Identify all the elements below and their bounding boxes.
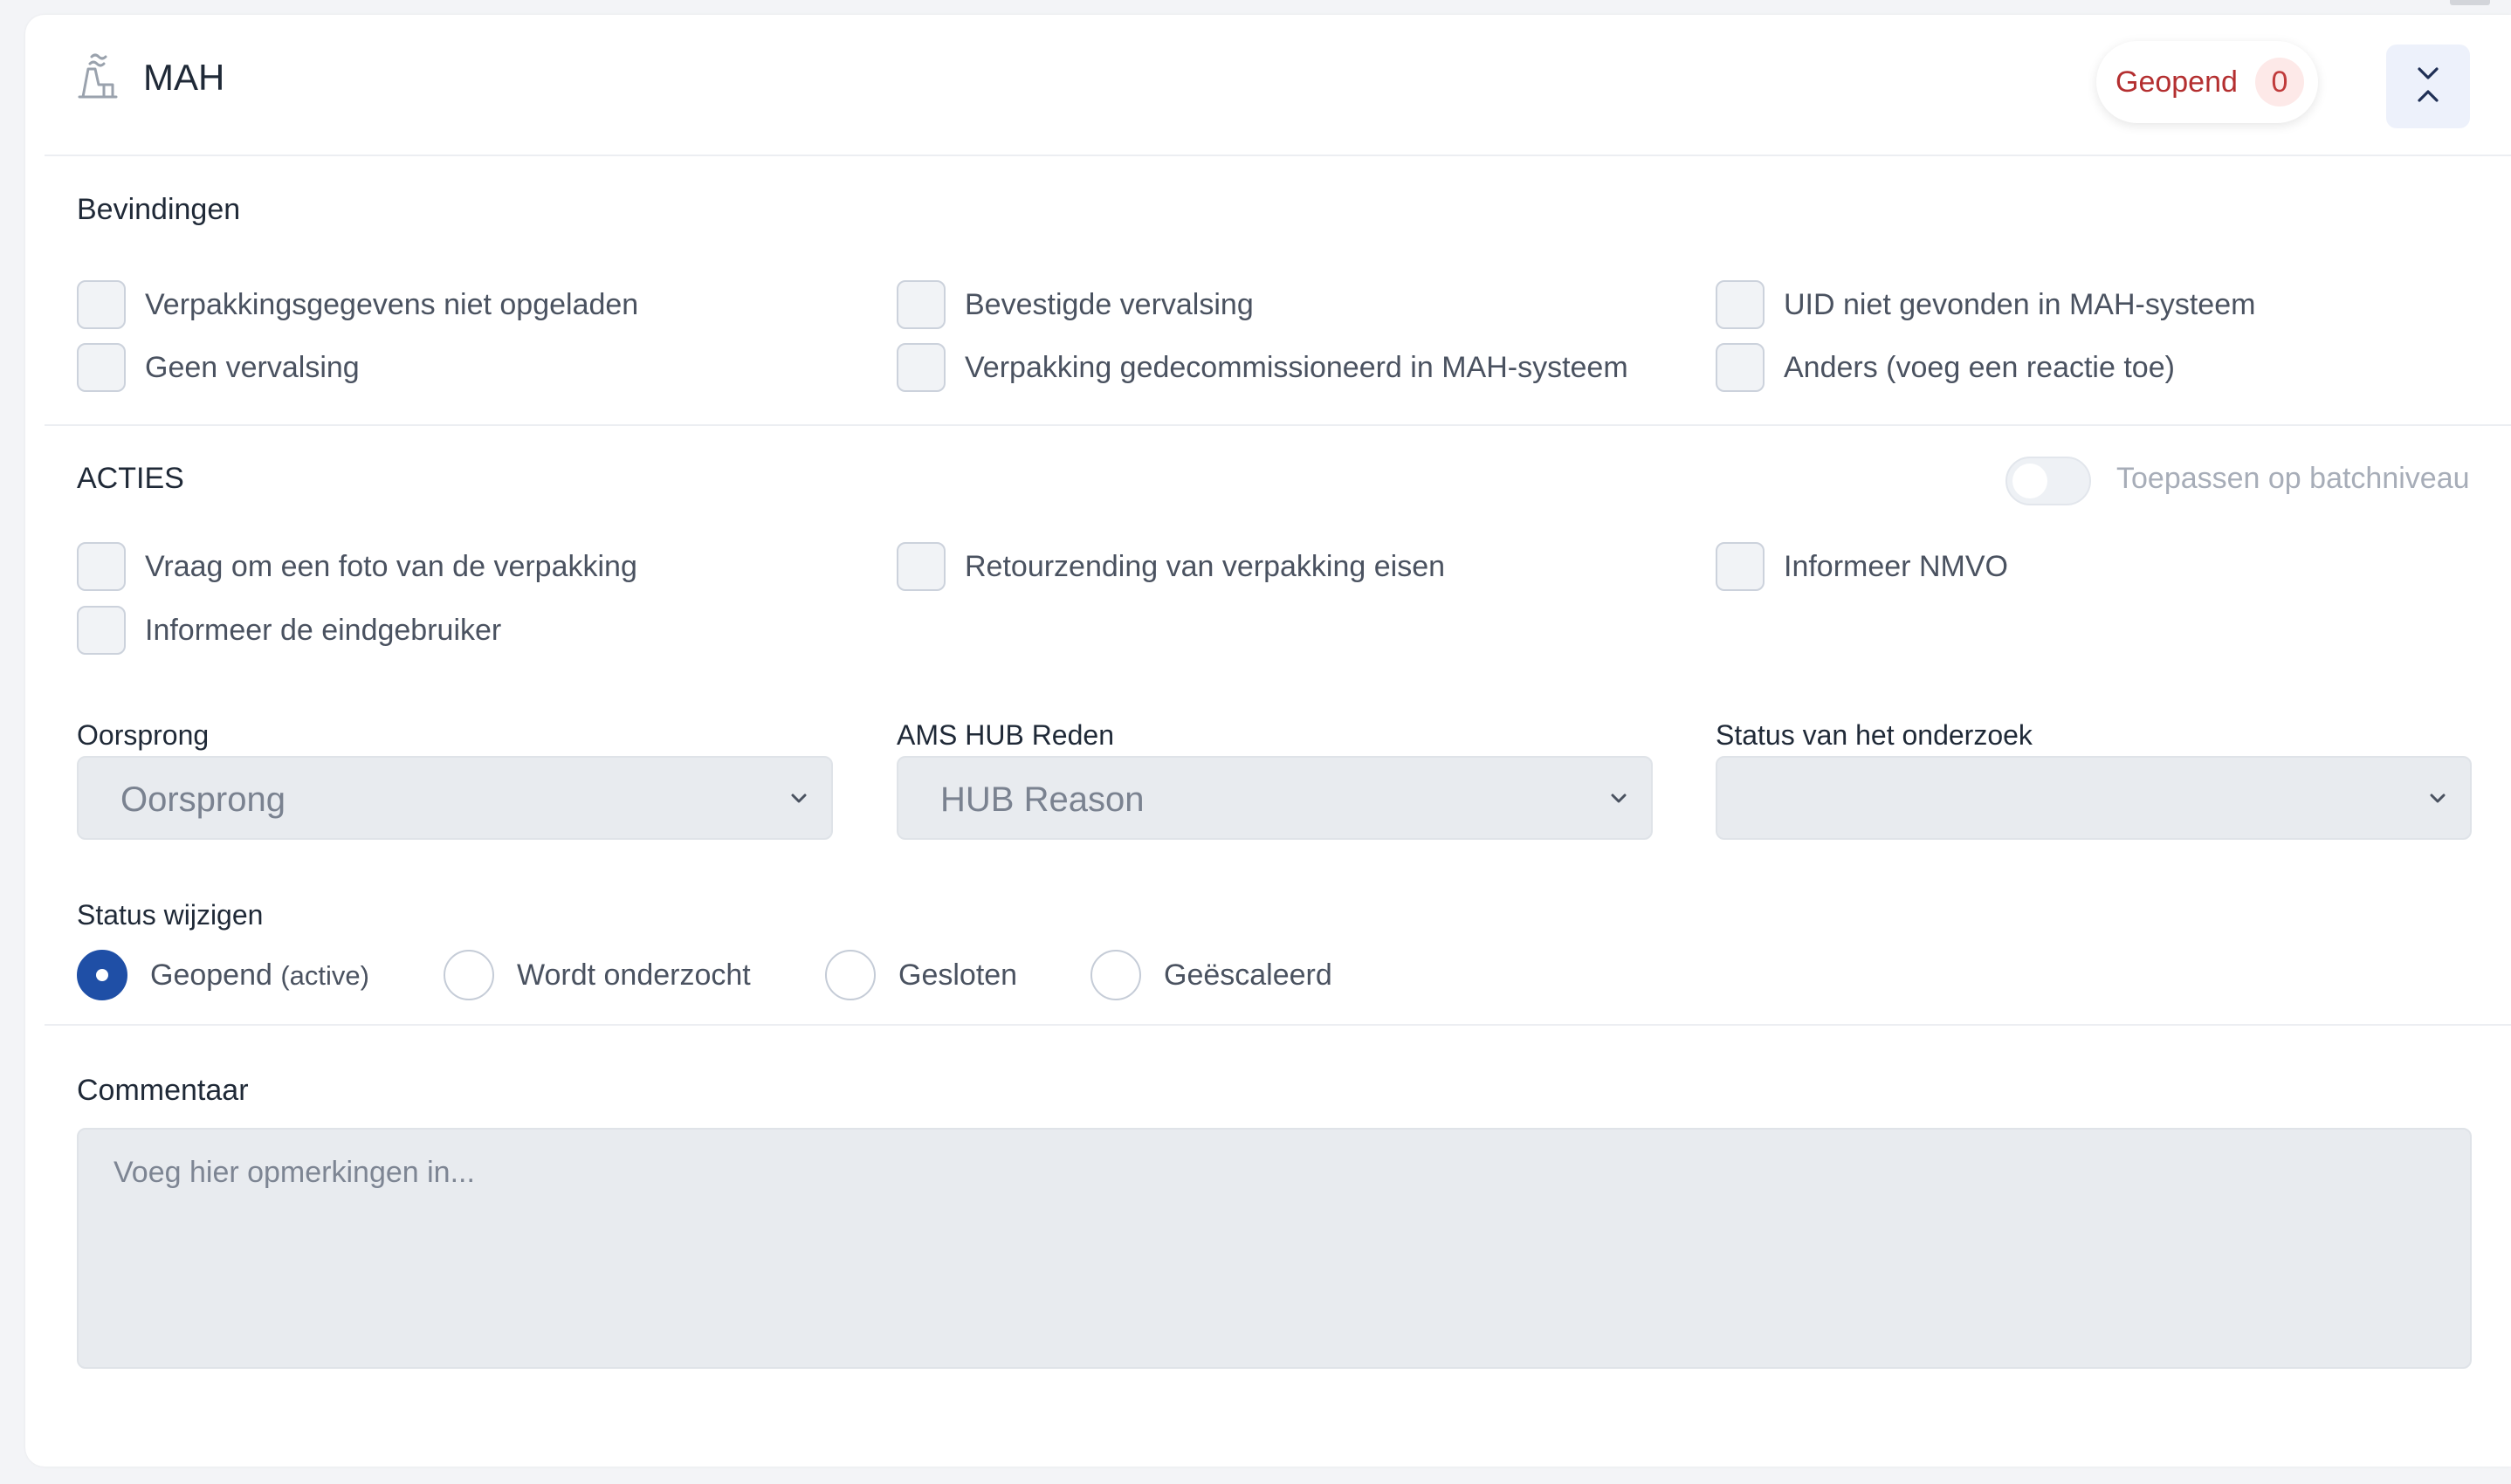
- action-checkbox-row[interactable]: Retourzending van verpakking eisen: [897, 542, 1445, 591]
- checkbox-label: Vraag om een foto van de verpakking: [145, 549, 637, 583]
- checkbox[interactable]: [897, 542, 946, 591]
- hub-reason-label: AMS HUB Reden: [897, 719, 1114, 751]
- checkbox-label: Informeer de eindgebruiker: [145, 613, 502, 647]
- radio-button[interactable]: [444, 950, 494, 1000]
- origin-select[interactable]: Oorsprong: [77, 756, 833, 840]
- chevron-down-icon: [2425, 786, 2451, 812]
- chevron-down-icon: [1606, 786, 1632, 812]
- investigation-status-select[interactable]: [1716, 756, 2472, 840]
- action-checkbox-row[interactable]: Informeer NMVO: [1716, 542, 2008, 591]
- status-radio-option[interactable]: Gesloten: [825, 950, 1017, 1000]
- status-radio-option[interactable]: Geopend (active): [77, 950, 369, 1000]
- checkbox-label: Verpakkingsgegevens niet opgeladen: [145, 287, 639, 321]
- batch-level-toggle[interactable]: [2005, 457, 2091, 505]
- divider: [45, 155, 2511, 156]
- divider: [45, 1024, 2511, 1026]
- investigation-status-label: Status van het onderzoek: [1716, 719, 2033, 751]
- radio-label: Gesloten: [898, 958, 1018, 992]
- hub-reason-select[interactable]: HUB Reason: [897, 756, 1653, 840]
- finding-checkbox-row[interactable]: Anders (voeg een reactie toe): [1716, 343, 2175, 392]
- checkbox[interactable]: [77, 542, 126, 591]
- radio-button[interactable]: [1090, 950, 1141, 1000]
- toggle-knob: [2012, 464, 2047, 498]
- status-count-badge: 0: [2254, 58, 2304, 106]
- checkbox-label: Geen vervalsing: [145, 350, 360, 384]
- finding-checkbox-row[interactable]: Geen vervalsing: [77, 343, 360, 392]
- findings-title: Bevindingen: [77, 193, 241, 226]
- action-checkbox-row[interactable]: Informeer de eindgebruiker: [77, 606, 501, 655]
- radio-label: Geëscaleerd: [1164, 958, 1332, 992]
- finding-checkbox-row[interactable]: Verpakking gedecommissioneerd in MAH-sys…: [897, 343, 1628, 392]
- checkbox-label: Verpakking gedecommissioneerd in MAH-sys…: [965, 350, 1628, 384]
- panel-header: MAH Geopend 0: [25, 15, 2511, 155]
- checkbox[interactable]: [77, 606, 126, 655]
- batch-level-toggle-label: Toepassen op batchniveau: [2116, 462, 2470, 495]
- radio-button[interactable]: [77, 950, 127, 1000]
- chevron-down-icon: [786, 786, 812, 812]
- status-radio-option[interactable]: Wordt onderzocht: [444, 950, 751, 1000]
- status-radio-option[interactable]: Geëscaleerd: [1090, 950, 1332, 1000]
- finding-checkbox-row[interactable]: Bevestigde vervalsing: [897, 280, 1254, 329]
- checkbox-label: Retourzending van verpakking eisen: [965, 549, 1446, 583]
- checkbox[interactable]: [77, 280, 126, 329]
- checkbox-label: UID niet gevonden in MAH-systeem: [1784, 287, 2256, 321]
- origin-label: Oorsprong: [77, 719, 210, 751]
- finding-checkbox-row[interactable]: UID niet gevonden in MAH-systeem: [1716, 280, 2255, 329]
- checkbox[interactable]: [1716, 280, 1765, 329]
- collapse-chevrons-icon: [2413, 65, 2443, 108]
- checkbox[interactable]: [1716, 343, 1765, 392]
- action-checkbox-row[interactable]: Vraag om een foto van de verpakking: [77, 542, 637, 591]
- radio-button[interactable]: [825, 950, 876, 1000]
- mah-panel: MAH Geopend 0 Bevindingen Verpakkingsgeg…: [25, 15, 2511, 1467]
- actions-title: ACTIES: [77, 462, 184, 495]
- checkbox-label: Bevestigde vervalsing: [965, 287, 1254, 321]
- status-chip[interactable]: Geopend 0: [2096, 41, 2318, 123]
- comment-input[interactable]: [77, 1128, 2472, 1369]
- divider: [45, 424, 2511, 426]
- checkbox-label: Informeer NMVO: [1784, 549, 2008, 583]
- collapse-button[interactable]: [2386, 45, 2470, 128]
- radio-label: Geopend (active): [150, 958, 369, 992]
- status-change-title: Status wijzigen: [77, 899, 264, 931]
- status-chip-label: Geopend: [2115, 65, 2238, 99]
- checkbox[interactable]: [1716, 542, 1765, 591]
- checkbox[interactable]: [77, 343, 126, 392]
- finding-checkbox-row[interactable]: Verpakkingsgegevens niet opgeladen: [77, 280, 638, 329]
- panel-title: MAH: [143, 57, 225, 98]
- checkbox-label: Anders (voeg een reactie toe): [1784, 350, 2175, 384]
- comment-title: Commentaar: [77, 1074, 249, 1107]
- radio-label: Wordt onderzocht: [517, 958, 751, 992]
- checkbox[interactable]: [897, 343, 946, 392]
- origin-select-value: Oorsprong: [120, 780, 285, 819]
- hub-reason-select-value: HUB Reason: [940, 780, 1145, 819]
- checkbox[interactable]: [897, 280, 946, 329]
- factory-icon: [78, 50, 118, 107]
- scrollbar-thumb[interactable]: [2450, 0, 2490, 5]
